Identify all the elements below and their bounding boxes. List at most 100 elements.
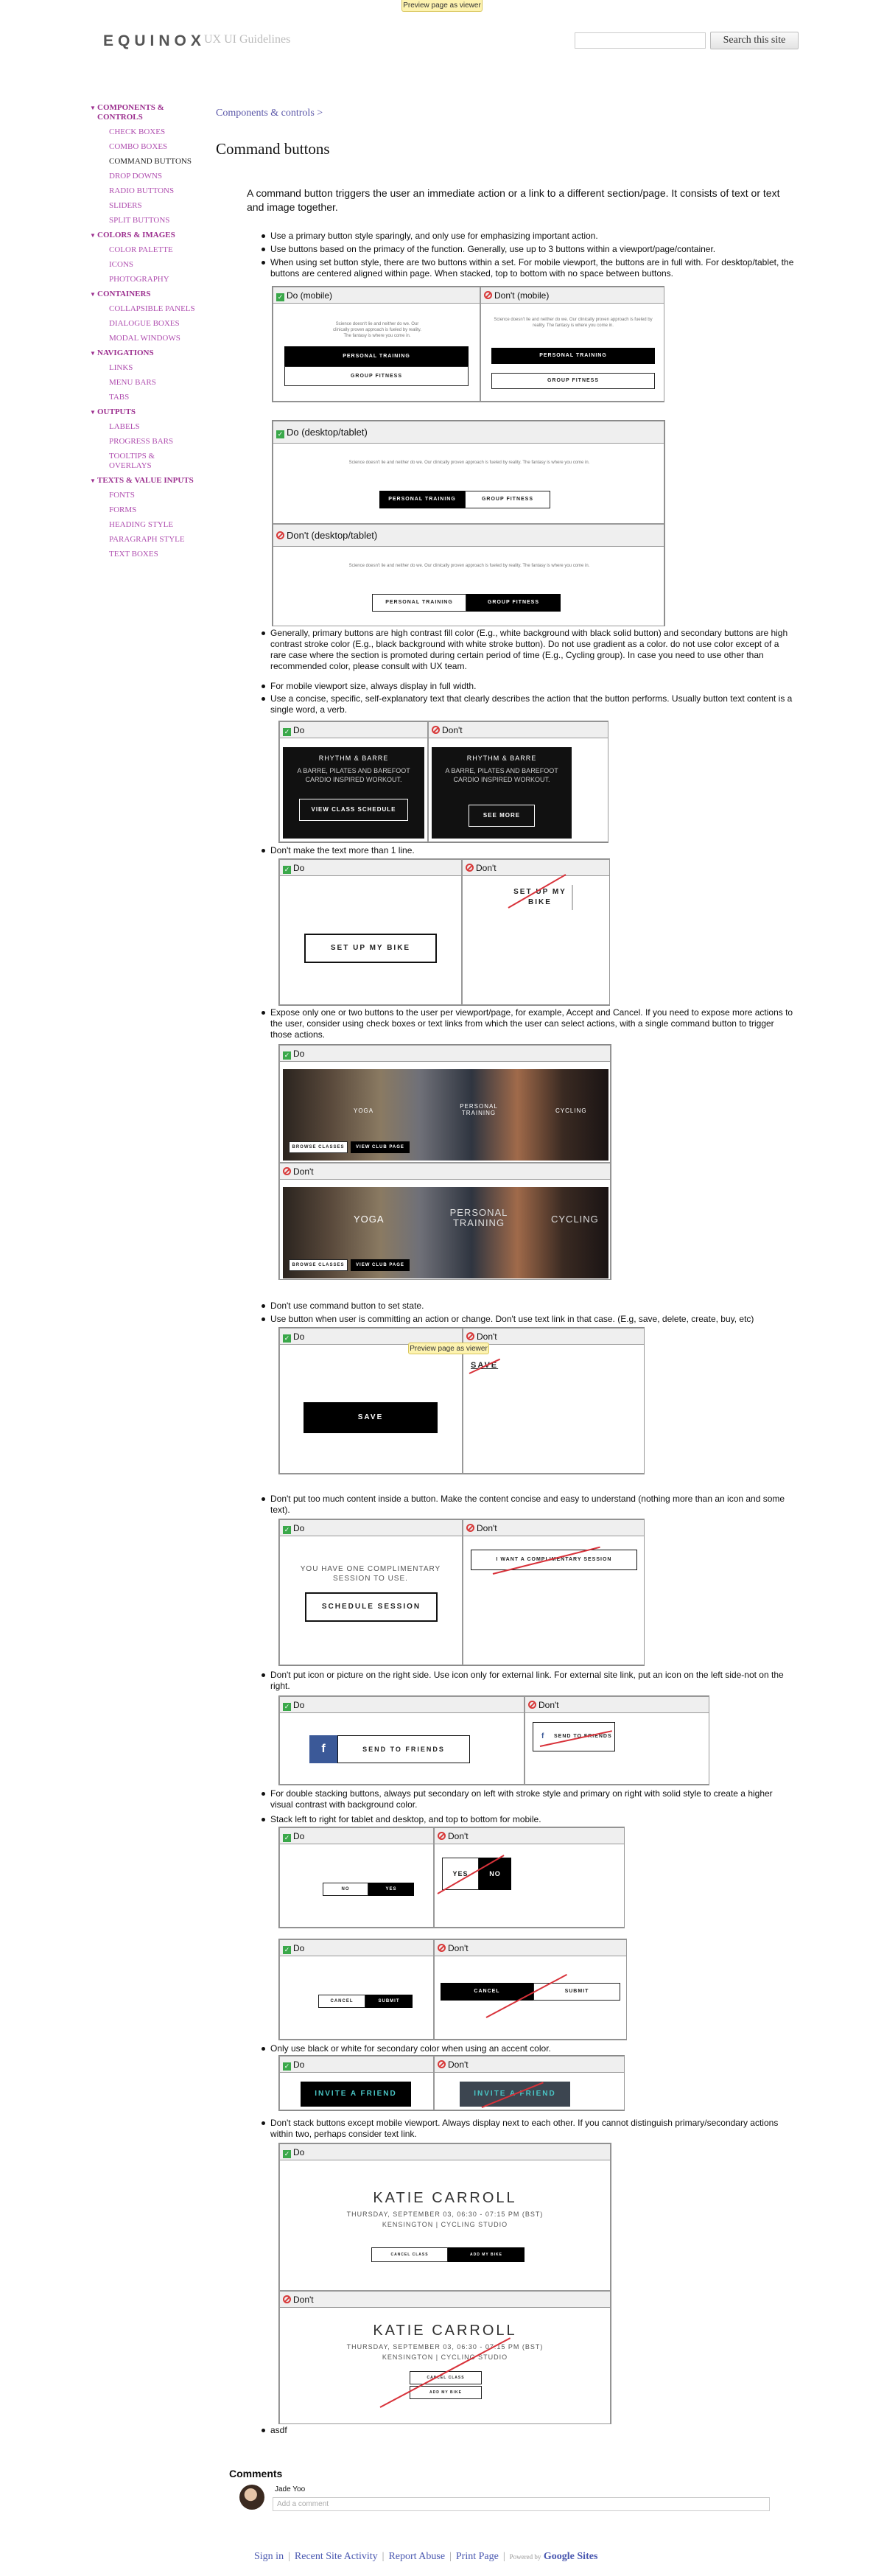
sidebar-item-split-buttons[interactable]: SPLIT BUTTONS	[87, 216, 197, 225]
no-button[interactable]: NO	[323, 1883, 368, 1896]
cancel-class-button[interactable]: CANCEL CLASS	[371, 2247, 448, 2262]
comment-input[interactable]: Add a comment	[273, 2497, 770, 2511]
expand-triangle-icon[interactable]: ▼	[90, 290, 96, 299]
print-page-link[interactable]: Print Page	[456, 2551, 499, 2562]
view-club-page-button[interactable]: VIEW CLUB PAGE	[351, 1259, 410, 1271]
sidebar-item-label: LABELS	[109, 422, 140, 431]
check-icon: ✓	[283, 1526, 291, 1534]
sidebar-item-tooltips-overlays[interactable]: TOOLTIPS & OVERLAYS	[87, 452, 197, 471]
do-label: Do	[293, 863, 305, 873]
expand-triangle-icon[interactable]: ▼	[90, 349, 96, 358]
sidebar-item-menu-bars[interactable]: MENU BARS	[87, 378, 197, 388]
browse-classes-button[interactable]: BROWSE CLASSES	[289, 1141, 348, 1153]
sidebar-item-colors-images[interactable]: ▼ COLORS & IMAGES	[87, 231, 197, 240]
group-fitness-button[interactable]: GROUP FITNESS	[491, 373, 655, 389]
submit-button[interactable]: SUBMIT	[365, 1995, 413, 2008]
bullet-10: Use button when user is committing an ac…	[262, 1314, 797, 1325]
sidebar-item-containers[interactable]: ▼ CONTAINERS	[87, 290, 197, 299]
no-button[interactable]: NO	[479, 1858, 511, 1890]
sidebar-item-radio-buttons[interactable]: RADIO BUTTONS	[87, 186, 197, 196]
do-cell: ✓ Do NO YES	[279, 1827, 434, 1928]
sidebar-item-drop-downs[interactable]: DROP DOWNS	[87, 172, 197, 181]
sidebar-item-progress-bars[interactable]: PROGRESS BARS	[87, 437, 197, 447]
group-fitness-button[interactable]: GROUP FITNESS	[465, 491, 550, 508]
sidebar-item-forms[interactable]: FORMS	[87, 505, 197, 515]
personal-training-button[interactable]: PERSONAL TRAINING	[284, 346, 469, 366]
sidebar-item-heading-style[interactable]: HEADING STYLE	[87, 520, 197, 530]
bullet-16: Don't stack buttons except mobile viewpo…	[262, 2118, 797, 2140]
personal-training-button[interactable]: PERSONAL TRAINING	[491, 348, 655, 364]
site-logo[interactable]: EQUINOX	[103, 32, 206, 50]
dont-cell: Don't I WANT A COMPLIMENTARY SESSION	[463, 1519, 645, 1665]
cancel-button[interactable]: CANCEL	[318, 1995, 365, 2008]
dont-cell: Don't SET UP MY BIKE	[462, 859, 610, 1005]
see-more-button[interactable]: SEE MORE	[469, 805, 535, 827]
report-abuse-link[interactable]: Report Abuse	[388, 2551, 445, 2562]
add-my-bike-button[interactable]: ADD MY BIKE	[410, 2386, 482, 2399]
do-cell: ✓ Do RHYTHM & BARRE A BARRE, PILATES AND …	[279, 721, 428, 842]
schedule-session-button[interactable]: SCHEDULE SESSION	[305, 1592, 438, 1622]
sidebar-item-modal-windows[interactable]: MODAL WINDOWS	[87, 334, 197, 343]
breadcrumb[interactable]: Components & controls >	[216, 108, 323, 119]
prohibited-icon	[438, 1832, 446, 1840]
sidebar-item-sliders[interactable]: SLIDERS	[87, 201, 197, 211]
sidebar-item-labels[interactable]: LABELS	[87, 422, 197, 432]
personal-training-button[interactable]: PERSONAL TRAINING	[379, 491, 465, 508]
setup-bike-button[interactable]: SET UP MY BIKE	[304, 934, 437, 963]
personal-training-button[interactable]: PERSONAL TRAINING	[372, 594, 466, 612]
dont-cell: Don't KATIE CARROLL THURSDAY, SEPTEMBER …	[279, 2291, 611, 2424]
check-icon: ✓	[283, 1051, 291, 1060]
example-one-line: ✓ Do SET UP MY BIKE Don't SET UP MY BIKE	[278, 858, 610, 1006]
view-class-schedule-button[interactable]: VIEW CLASS SCHEDULE	[299, 799, 408, 821]
add-my-bike-button[interactable]: ADD MY BIKE	[448, 2247, 525, 2262]
separator: |	[288, 2551, 290, 2562]
sidebar-item-outputs[interactable]: ▼ OUTPUTS	[87, 407, 197, 417]
group-fitness-button[interactable]: GROUP FITNESS	[284, 366, 469, 386]
class-date: THURSDAY, SEPTEMBER 03, 06:30 - 07:15 PM…	[346, 2343, 544, 2351]
sidebar-item-paragraph-style[interactable]: PARAGRAPH STYLE	[87, 535, 197, 545]
sidebar-item-photography[interactable]: PHOTOGRAPHY	[87, 275, 197, 284]
sidebar-item-combo-boxes[interactable]: COMBO BOXES	[87, 142, 197, 152]
invite-friend-button[interactable]: INVITE A FRIEND	[301, 2082, 411, 2107]
expand-triangle-icon[interactable]: ▼	[90, 407, 96, 417]
sidebar-item-navigations[interactable]: ▼ NAVIGATIONS	[87, 349, 197, 358]
preview-page-button[interactable]: Preview page as viewer	[401, 0, 483, 12]
expand-triangle-icon[interactable]: ▼	[90, 231, 96, 240]
search-button[interactable]: Search this site	[710, 32, 799, 49]
sign-in-link[interactable]: Sign in	[254, 2551, 284, 2562]
sidebar-item-text-boxes[interactable]: TEXT BOXES	[87, 550, 197, 559]
complimentary-session-button[interactable]: I WANT A COMPLIMENTARY SESSION	[471, 1550, 637, 1570]
sidebar-item-check-boxes[interactable]: CHECK BOXES	[87, 127, 197, 137]
sidebar-item-components-controls[interactable]: ▼ COMPONENTS & CONTROLS	[87, 103, 197, 122]
view-club-page-button[interactable]: VIEW CLUB PAGE	[351, 1141, 410, 1153]
sidebar-item-label: SPLIT BUTTONS	[109, 216, 170, 225]
expand-triangle-icon[interactable]: ▼	[90, 476, 96, 486]
sidebar-item-collapsible-panels[interactable]: COLLAPSIBLE PANELS	[87, 304, 197, 314]
sidebar-item-icons[interactable]: ICONS	[87, 260, 197, 270]
facebook-icon[interactable]: f	[309, 1735, 337, 1763]
browse-classes-button[interactable]: BROWSE CLASSES	[289, 1259, 348, 1271]
footer: Sign in | Recent Site Activity | Report Abus…	[254, 2551, 597, 2563]
sidebar-item-command-buttons[interactable]: COMMAND BUTTONS	[87, 157, 197, 167]
sidebar-item-texts-value-inputs[interactable]: ▼ TEXTS & VALUE INPUTS	[87, 476, 197, 486]
recent-activity-link[interactable]: Recent Site Activity	[295, 2551, 378, 2562]
preview-page-button[interactable]: Preview page as viewer	[408, 1343, 489, 1354]
page-title: Command buttons	[216, 140, 330, 158]
search-input[interactable]	[575, 32, 706, 49]
sidebar-item-tabs[interactable]: TABS	[87, 393, 197, 402]
sidebar-item-dialogue-boxes[interactable]: DIALOGUE BOXES	[87, 319, 197, 329]
send-to-friends-button[interactable]: SEND TO FRIENDS	[533, 1722, 615, 1751]
save-button[interactable]: SAVE	[304, 1402, 438, 1433]
sidebar-item-color-palette[interactable]: COLOR PALETTE	[87, 245, 197, 255]
group-fitness-button[interactable]: GROUP FITNESS	[466, 594, 561, 612]
sidebar-item-links[interactable]: LINKS	[87, 363, 197, 373]
send-to-friends-button[interactable]: SEND TO FRIENDS	[337, 1735, 470, 1763]
yes-button[interactable]: YES	[368, 1883, 414, 1896]
bullet-4: Generally, primary buttons are high cont…	[262, 628, 797, 672]
sidebar-item-fonts[interactable]: FONTS	[87, 491, 197, 500]
google-sites-link[interactable]: Google Sites	[544, 2551, 598, 2562]
bullet-2: Use buttons based on the primacy of the …	[262, 244, 786, 255]
instructor-name: KATIE CARROLL	[373, 2190, 517, 2206]
sidebar-item-label: ICONS	[109, 260, 134, 269]
expand-triangle-icon[interactable]: ▼	[90, 103, 96, 113]
